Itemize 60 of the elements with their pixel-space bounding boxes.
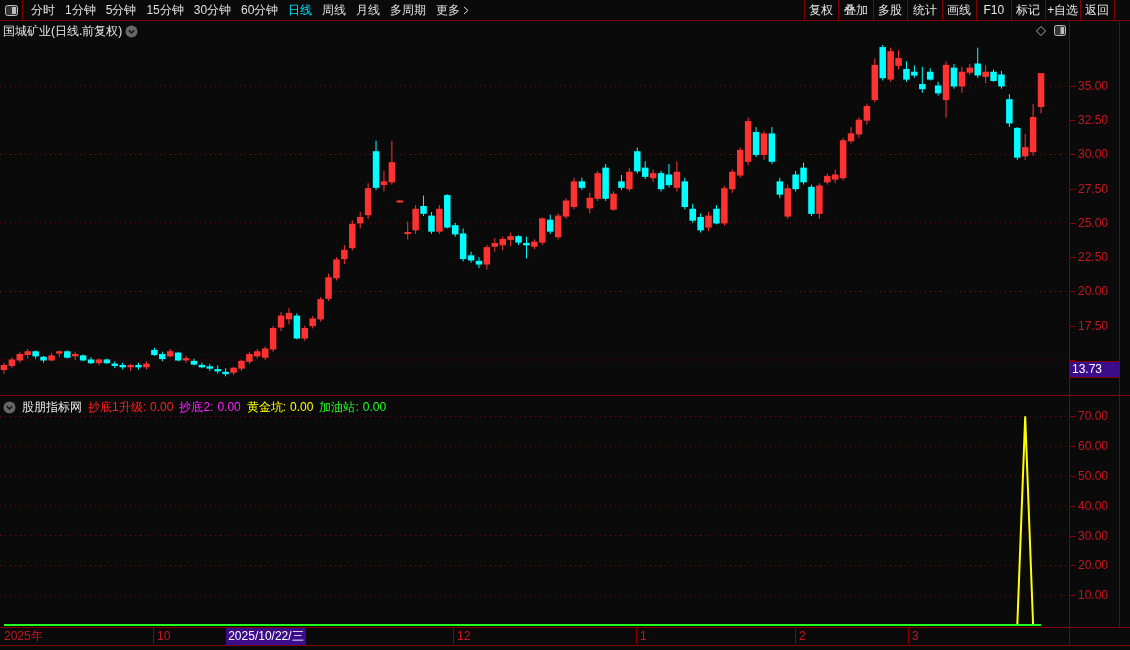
axis-label: 30.00 [1078,147,1109,162]
dropdown-icon[interactable] [125,24,139,38]
axis-label: 70.00 [1078,409,1109,424]
axis-label: 3 [912,629,919,643]
toolbar-button[interactable]: 复权 [804,0,839,20]
axis-label: 27.50 [1078,181,1109,196]
axis-label: 50.00 [1078,469,1109,483]
timeframe-tab[interactable]: 日线 [283,0,318,20]
panel-toggle-icon[interactable] [4,4,18,16]
date-label: 2025/10/22/三 [226,628,306,645]
dropdown-icon[interactable] [3,400,16,414]
timeframe-tab[interactable]: 多周期 [385,0,432,20]
axis-label: 10.00 [1078,588,1109,603]
axis-label: 12 [457,629,471,643]
axis-label: 25.00 [1078,215,1109,230]
axis-label: 2025年 [4,629,43,643]
legend-label: 加油站: [319,399,359,416]
axis-label: 22.50 [1078,250,1109,265]
timeframe-tab[interactable]: 周线 [317,0,352,20]
legend-label: 抄底1升级: [88,399,146,416]
chart-title: 国城矿业(日线.前复权) [3,23,123,40]
axis-label: 20.00 [1078,284,1109,299]
price-label: 13.73 [1070,361,1120,378]
panel-toggle-icon[interactable] [1054,25,1066,36]
toolbar-button[interactable]: 画线 [942,0,977,20]
timeframe-tab[interactable]: 30分钟 [188,0,237,20]
toolbar-button[interactable]: 多股 [873,0,908,20]
legend-value: 0.00 [290,399,314,416]
toolbar-button[interactable]: 叠加 [839,0,874,20]
toolbar-button[interactable]: 统计 [908,0,943,20]
toolbar-button[interactable]: 返回 [1080,0,1115,20]
axis-label: 60.00 [1078,439,1109,454]
toolbar-button[interactable]: F10 [977,0,1012,20]
indicator-title: 股朋指标网 [22,399,82,416]
axis-label: 35.00 [1078,78,1109,93]
legend-label: 抄底2: [179,399,214,416]
axis-label: 32.50 [1078,113,1109,128]
legend-value: 0.00 [362,399,387,416]
axis-label: 17.50 [1078,318,1109,333]
axis-label: 10 [157,629,171,643]
candlestick [396,199,404,203]
chevron-right-icon [463,5,470,15]
timeframe-tab[interactable]: 分时 [26,0,60,20]
timeframe-tab[interactable]: 60分钟 [236,0,284,20]
legend-value: 0.00 [217,399,241,416]
axis-label: 20.00 [1078,558,1109,573]
timeframe-tab[interactable]: 5分钟 [100,0,142,20]
axis-label: 2 [799,629,806,643]
legend-label: 黄金坑: [246,399,287,416]
timeframe-tab[interactable]: 更多 [431,0,475,20]
axis-label: 40.00 [1078,498,1109,513]
axis-label: 1 [640,629,647,643]
timeframe-tab[interactable]: 1分钟 [60,0,101,20]
axis-label: 30.00 [1078,528,1109,543]
toolbar-button[interactable]: 标记 [1011,0,1046,20]
diamond-icon[interactable] [1036,25,1046,36]
legend-value: 0.00 [150,399,174,416]
timeframe-tab[interactable]: 月线 [351,0,386,20]
timeframe-tab[interactable]: 15分钟 [141,0,189,20]
toolbar-button[interactable]: +自选 [1046,0,1081,20]
